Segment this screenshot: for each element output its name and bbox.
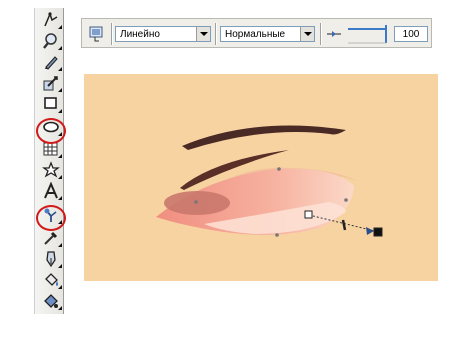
text-tool[interactable] (39, 181, 63, 201)
transparency-midpoint-icon (327, 31, 341, 37)
transparency-start-handle (304, 210, 313, 219)
blend-mode-select[interactable]: Нормальные (220, 26, 315, 42)
outline-pen-tool[interactable] (39, 249, 63, 269)
transparency-midpoint-handle (341, 219, 347, 231)
transparency-slider[interactable] (346, 23, 390, 45)
flyout-indicator (58, 132, 62, 136)
flyout-indicator (58, 264, 62, 268)
drawing-canvas[interactable] (84, 74, 438, 281)
flyout-indicator (58, 175, 62, 179)
flyout-indicator (58, 109, 62, 113)
interactive-transparency-tool[interactable] (39, 205, 63, 225)
selection-node (194, 200, 198, 204)
flyout-indicator (58, 306, 62, 310)
eye-illustration (156, 125, 383, 237)
rectangle-tool[interactable] (39, 94, 63, 114)
flyout-indicator (58, 154, 62, 158)
flyout-indicator (58, 196, 62, 200)
flyout-indicator (58, 285, 62, 289)
shape-tool[interactable] (39, 10, 63, 30)
edit-transparency-icon[interactable] (88, 25, 106, 43)
flyout-indicator (58, 25, 62, 29)
separator (111, 23, 113, 45)
selection-node (277, 167, 281, 171)
interactive-fill-tool[interactable] (39, 291, 63, 311)
flyout-indicator (58, 88, 62, 92)
flyout-indicator (58, 243, 62, 247)
transparency-end-handle (373, 227, 383, 237)
flyout-indicator (58, 67, 62, 71)
smart-fill-tool[interactable] (39, 73, 63, 93)
flyout-indicator (58, 46, 62, 50)
fill-tool[interactable] (39, 270, 63, 290)
selection-node (344, 198, 348, 202)
chevron-down-icon[interactable] (196, 27, 210, 41)
zoom-tool[interactable] (39, 31, 63, 51)
transparency-type-select[interactable]: Линейно (115, 26, 211, 42)
transparency-value-field[interactable]: 100 (394, 26, 428, 42)
transparency-value: 100 (402, 29, 420, 40)
separator (215, 23, 217, 45)
chevron-down-icon[interactable] (300, 27, 314, 41)
transparency-type-value: Линейно (120, 29, 160, 40)
selection-node (275, 233, 279, 237)
polygon-tool[interactable] (39, 139, 63, 159)
flyout-indicator (58, 220, 62, 224)
upper-eyebrow (182, 125, 346, 150)
blend-mode-value: Нормальные (225, 29, 286, 40)
toolbox (34, 8, 64, 314)
freehand-tool[interactable] (39, 52, 63, 72)
eyedropper-tool[interactable] (39, 228, 63, 248)
ellipse-tool[interactable] (39, 117, 63, 137)
property-bar: Линейно Нормальные 100 (81, 18, 432, 48)
transparency-end-arrow (366, 227, 374, 235)
separator (320, 23, 322, 45)
basic-shapes-tool[interactable] (39, 160, 63, 180)
